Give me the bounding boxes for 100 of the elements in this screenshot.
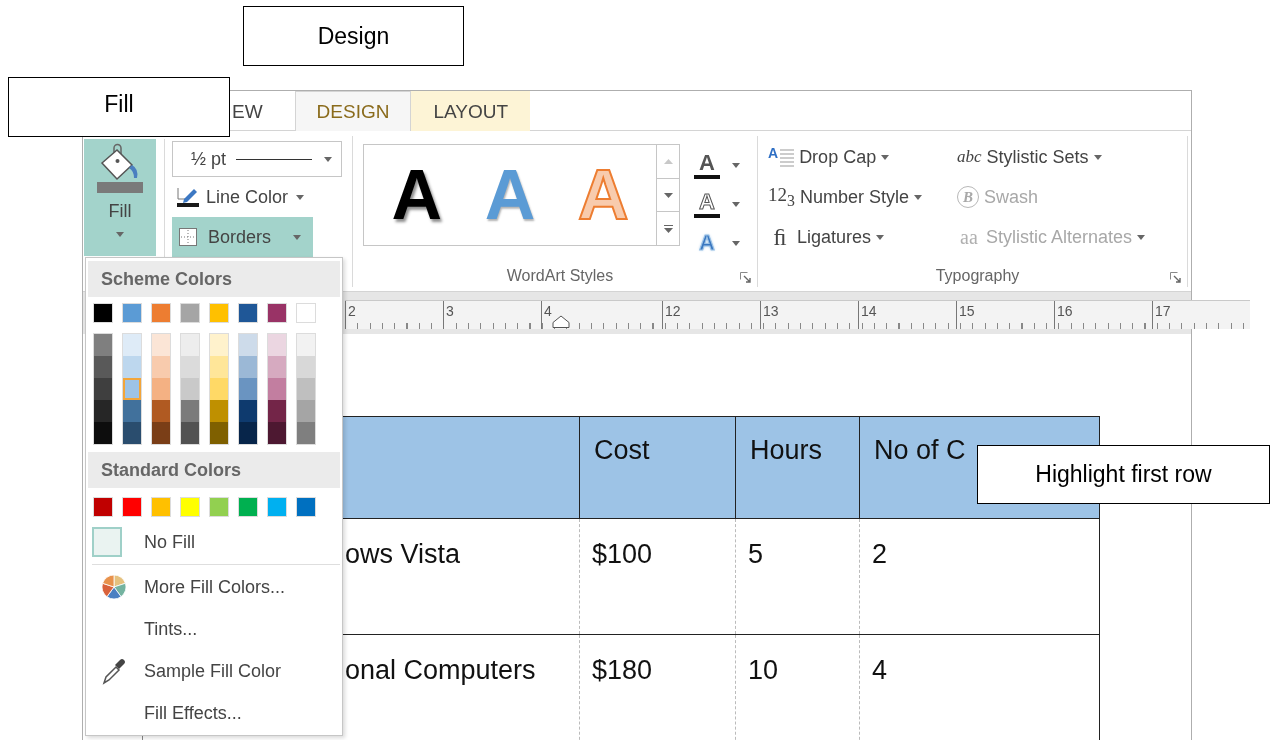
color-swatch[interactable] bbox=[210, 400, 228, 422]
ribbon-tab[interactable]: DESIGN bbox=[294, 91, 412, 131]
color-swatch[interactable] bbox=[151, 497, 171, 517]
color-swatch[interactable] bbox=[297, 378, 315, 400]
color-swatch[interactable] bbox=[181, 378, 199, 400]
color-swatch[interactable] bbox=[123, 422, 141, 444]
pencil-icon bbox=[176, 186, 200, 208]
text-fill-button[interactable]: A bbox=[690, 146, 744, 185]
color-swatch[interactable] bbox=[181, 422, 199, 444]
color-swatch[interactable] bbox=[152, 422, 170, 444]
empty-swatch-icon bbox=[92, 527, 122, 557]
dialog-launcher-icon[interactable] bbox=[1170, 272, 1181, 283]
caret-icon bbox=[732, 202, 740, 207]
scroll-down-icon bbox=[663, 192, 673, 198]
color-swatch[interactable] bbox=[209, 303, 229, 323]
color-swatch[interactable] bbox=[152, 400, 170, 422]
color-swatch[interactable] bbox=[181, 400, 199, 422]
color-swatch[interactable] bbox=[180, 303, 200, 323]
text-outline-button[interactable]: A bbox=[690, 185, 744, 224]
color-swatch[interactable] bbox=[210, 356, 228, 378]
color-swatch[interactable] bbox=[181, 356, 199, 378]
color-swatch[interactable] bbox=[268, 400, 286, 422]
caret-icon bbox=[732, 163, 740, 168]
color-swatch[interactable] bbox=[94, 334, 112, 356]
color-swatch[interactable] bbox=[268, 422, 286, 444]
color-swatch[interactable] bbox=[94, 400, 112, 422]
color-swatch[interactable] bbox=[239, 334, 257, 356]
line-color-button[interactable]: Line Color bbox=[172, 177, 313, 217]
wordart-style[interactable]: A bbox=[391, 160, 442, 230]
color-wheel-icon bbox=[101, 574, 127, 600]
typography-button[interactable]: 12$_{3}$ Number Style bbox=[768, 177, 957, 217]
line-weight-dropdown[interactable]: ½ pt bbox=[172, 141, 342, 177]
color-swatch[interactable] bbox=[267, 303, 287, 323]
color-swatch[interactable] bbox=[210, 378, 228, 400]
color-swatch[interactable] bbox=[297, 334, 315, 356]
table-cell: $100 bbox=[579, 518, 736, 635]
menu-heading: Standard Colors bbox=[88, 452, 340, 488]
color-swatch[interactable] bbox=[239, 400, 257, 422]
caret-icon bbox=[324, 156, 333, 162]
color-swatch[interactable] bbox=[152, 378, 170, 400]
color-swatch[interactable] bbox=[268, 378, 286, 400]
caret-icon bbox=[296, 194, 305, 200]
color-swatch[interactable] bbox=[123, 334, 141, 356]
color-swatch[interactable] bbox=[123, 356, 141, 378]
callout-label: Design bbox=[243, 6, 464, 66]
color-swatch[interactable] bbox=[297, 400, 315, 422]
color-swatch[interactable] bbox=[297, 356, 315, 378]
dialog-launcher-icon[interactable] bbox=[740, 272, 751, 283]
color-swatch[interactable] bbox=[239, 356, 257, 378]
color-swatch[interactable] bbox=[122, 497, 142, 517]
color-swatch[interactable] bbox=[238, 497, 258, 517]
menu-heading: Scheme Colors bbox=[88, 261, 340, 297]
color-swatch[interactable] bbox=[296, 497, 316, 517]
color-swatch[interactable] bbox=[151, 303, 171, 323]
header-cell: Hours bbox=[735, 416, 860, 519]
color-swatch[interactable] bbox=[93, 303, 113, 323]
indent-marker-icon[interactable] bbox=[551, 315, 570, 328]
color-swatch[interactable] bbox=[181, 334, 199, 356]
eyedropper-icon bbox=[101, 657, 127, 685]
color-swatch[interactable] bbox=[210, 334, 228, 356]
scroll-up-icon bbox=[663, 158, 673, 164]
group-label: Typography bbox=[935, 267, 1020, 285]
color-swatch[interactable] bbox=[267, 497, 287, 517]
callout-label: Highlight first row bbox=[977, 445, 1270, 504]
color-swatch[interactable] bbox=[209, 497, 229, 517]
color-swatch[interactable] bbox=[296, 303, 316, 323]
typography-button[interactable]: A Drop Cap bbox=[768, 137, 957, 177]
color-swatch[interactable] bbox=[94, 356, 112, 378]
header-cell: Cost bbox=[579, 416, 736, 519]
fill-button[interactable]: Fill bbox=[84, 139, 156, 256]
color-swatch[interactable] bbox=[180, 497, 200, 517]
color-swatch[interactable] bbox=[239, 422, 257, 444]
color-swatch[interactable] bbox=[239, 378, 257, 400]
caret-icon bbox=[732, 241, 740, 246]
group-label: WordArt Styles bbox=[506, 267, 614, 285]
typography-button[interactable]: ﬁ Ligatures bbox=[768, 217, 957, 257]
caret-icon bbox=[116, 232, 124, 237]
color-swatch[interactable] bbox=[123, 400, 141, 422]
color-swatch[interactable] bbox=[152, 334, 170, 356]
color-swatch[interactable] bbox=[210, 422, 228, 444]
color-swatch[interactable] bbox=[94, 422, 112, 444]
borders-button[interactable]: Borders bbox=[172, 217, 313, 257]
color-swatch[interactable] bbox=[94, 378, 112, 400]
color-swatch[interactable] bbox=[268, 356, 286, 378]
color-swatch[interactable] bbox=[152, 356, 170, 378]
color-swatch[interactable] bbox=[268, 334, 286, 356]
callout-label: Fill bbox=[8, 77, 230, 137]
ribbon-tab[interactable]: EW bbox=[231, 91, 295, 131]
color-swatch[interactable] bbox=[93, 497, 113, 517]
caret-icon bbox=[293, 234, 302, 240]
typography-button[interactable]: abc Stylistic Sets bbox=[957, 137, 1187, 177]
table-cell: 2 bbox=[859, 518, 1100, 635]
color-swatch[interactable] bbox=[238, 303, 258, 323]
paint-bucket-icon bbox=[97, 143, 143, 193]
borders-icon bbox=[178, 227, 198, 247]
color-swatch[interactable] bbox=[122, 303, 142, 323]
text-lines-icon bbox=[780, 147, 795, 167]
ribbon-tab[interactable]: LAYOUT bbox=[411, 91, 531, 131]
color-swatch[interactable] bbox=[297, 422, 315, 444]
more-icon bbox=[663, 224, 673, 233]
